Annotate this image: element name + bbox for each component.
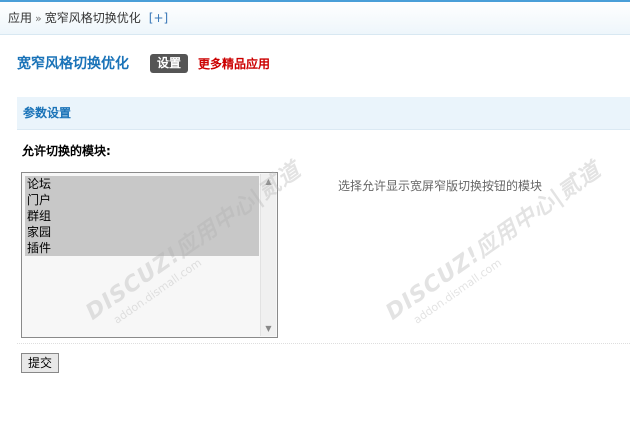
add-shortcut-link[interactable]: [+] xyxy=(149,11,168,25)
breadcrumb: 应用» 宽窄风格切换优化 [+] xyxy=(0,2,630,35)
module-option-plugin[interactable]: 插件 xyxy=(25,240,259,256)
modules-option-list: 论坛 门户 群组 家园 插件 xyxy=(25,176,259,256)
scroll-up-arrow-icon[interactable]: ▲ xyxy=(261,174,276,189)
module-option-home[interactable]: 家园 xyxy=(25,224,259,240)
breadcrumb-root-link[interactable]: 应用 xyxy=(8,11,32,25)
modules-multiselect[interactable]: 论坛 门户 群组 家园 插件 ▲ ▼ xyxy=(21,172,278,338)
page-title: 宽窄风格切换优化 xyxy=(17,56,129,72)
form-divider xyxy=(17,343,630,344)
modules-field-label: 允许切换的模块: xyxy=(22,144,111,158)
module-option-group[interactable]: 群组 xyxy=(25,208,259,224)
section-header: 参数设置 xyxy=(17,97,630,130)
listbox-scrollbar[interactable]: ▲ ▼ xyxy=(260,174,276,336)
modules-help-text: 选择允许显示宽屏窄版切换按钮的模块 xyxy=(338,179,543,193)
more-apps-link[interactable]: 更多精品应用 xyxy=(198,55,270,72)
module-option-portal[interactable]: 门户 xyxy=(25,192,259,208)
breadcrumb-current: 宽窄风格切换优化 xyxy=(44,11,141,25)
watermark-domain-text: addon.dismall.com xyxy=(411,256,504,327)
breadcrumb-separator: » xyxy=(35,12,42,25)
submit-button[interactable]: 提交 xyxy=(21,353,59,373)
module-option-forum[interactable]: 论坛 xyxy=(25,176,259,192)
settings-button[interactable]: 设置 xyxy=(150,53,189,73)
scroll-down-arrow-icon[interactable]: ▼ xyxy=(261,321,276,336)
page-header: 宽窄风格切换优化 设置 更多精品应用 xyxy=(17,52,270,74)
